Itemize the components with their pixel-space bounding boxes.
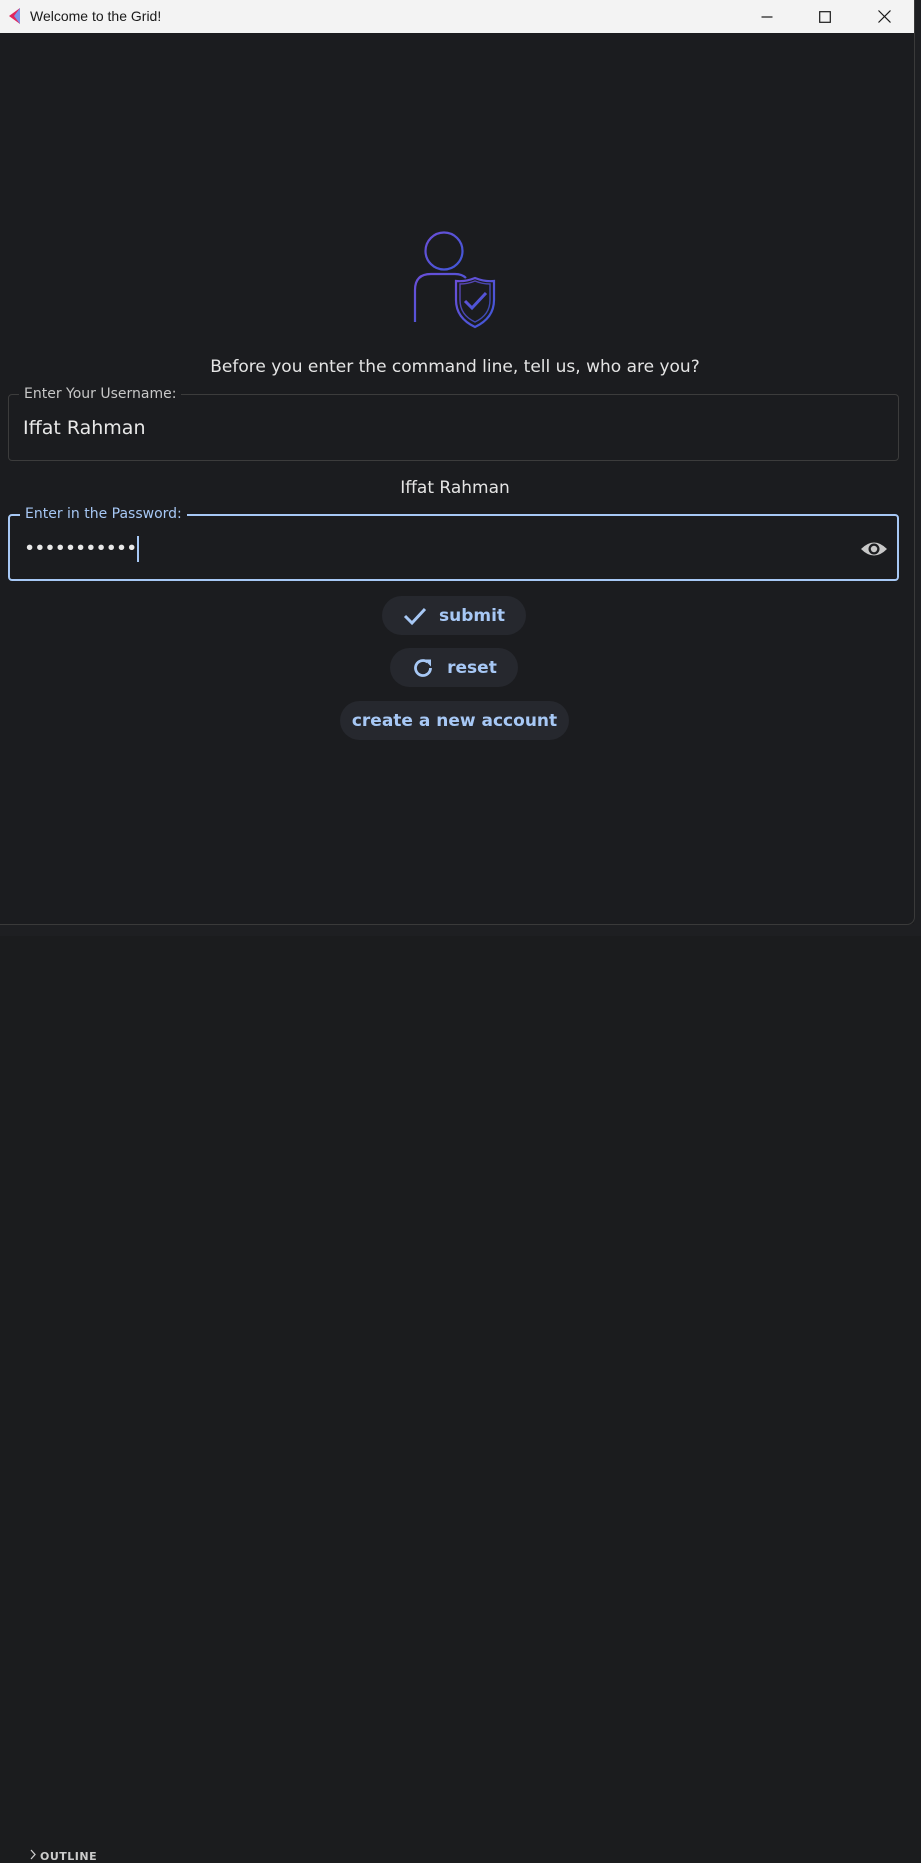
text-caret: [137, 536, 140, 562]
app-logo-icon: [9, 8, 20, 24]
window-title: Welcome to the Grid!: [30, 8, 162, 24]
password-label: Enter in the Password:: [20, 505, 187, 523]
username-echo-text: Iffat Rahman: [400, 478, 510, 498]
minimize-icon: [761, 15, 773, 18]
password-masked-value: •••••••••••: [24, 537, 137, 560]
reset-button[interactable]: reset: [390, 648, 518, 687]
minimize-button[interactable]: [738, 0, 796, 33]
maximize-icon: [819, 10, 831, 23]
submit-label: submit: [438, 605, 506, 626]
check-icon: [403, 607, 427, 625]
submit-button[interactable]: submit: [382, 596, 526, 635]
create-account-button[interactable]: create a new account: [340, 701, 569, 740]
username-label: Enter Your Username:: [19, 385, 182, 403]
login-window: Welcome to the Grid! Before you enter th…: [0, 0, 915, 925]
prompt-text: Before you enter the command line, tell …: [210, 357, 700, 377]
refresh-icon: [414, 658, 433, 677]
password-field[interactable]: Enter in the Password: •••••••••••: [8, 505, 899, 581]
maximize-button[interactable]: [796, 0, 854, 33]
chevron-right-icon: [30, 1849, 36, 1860]
close-button[interactable]: [855, 0, 913, 33]
password-input[interactable]: •••••••••••: [24, 536, 140, 562]
reset-label: reset: [447, 657, 497, 678]
user-shield-check-icon: [413, 231, 496, 329]
background-editor-strip: [914, 0, 921, 936]
username-field[interactable]: Enter Your Username: Iffat Rahman: [8, 385, 899, 461]
background-editor-bottom: OUTLINE: [0, 924, 921, 1863]
eye-icon[interactable]: [859, 538, 889, 560]
outline-panel-label: OUTLINE: [40, 1850, 98, 1863]
title-bar: Welcome to the Grid!: [0, 0, 914, 33]
close-icon: [877, 10, 891, 23]
username-value[interactable]: Iffat Rahman: [23, 417, 146, 439]
create-account-label: create a new account: [351, 710, 558, 731]
